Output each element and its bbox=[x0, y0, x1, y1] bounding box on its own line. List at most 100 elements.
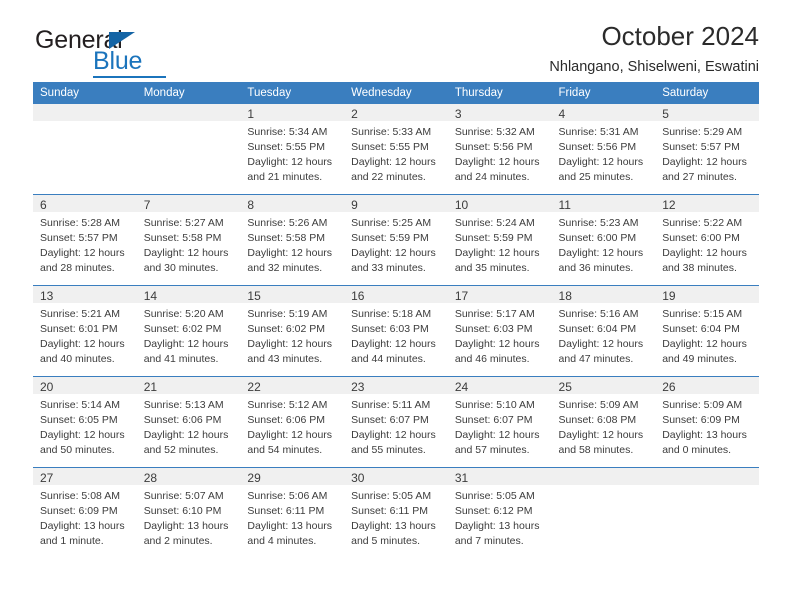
calendar-day-cell-empty bbox=[655, 467, 759, 558]
calendar-day-cell[interactable]: 19 Sunrise: 5:15 AM Sunset: 6:04 PM Dayligh… bbox=[655, 285, 759, 377]
calendar-day-cell[interactable]: 26 Sunrise: 5:09 AM Sunset: 6:09 PM Dayligh… bbox=[655, 376, 759, 468]
calendar-week-row: 20 Sunrise: 5:14 AM Sunset: 6:05 PM Dayligh… bbox=[33, 376, 759, 468]
calendar-day-cell[interactable]: 5 Sunrise: 5:29 AM Sunset: 5:57 PM Daylight… bbox=[655, 104, 759, 195]
day-number bbox=[33, 104, 137, 121]
calendar-page: General Blue October 2024 Nhlangano, Shi… bbox=[0, 0, 792, 612]
calendar-day-cell[interactable]: 1 Sunrise: 5:34 AM Sunset: 5:55 PM Daylight… bbox=[240, 104, 345, 195]
sunset-text: Sunset: 5:57 PM bbox=[40, 231, 118, 244]
calendar-day-cell[interactable]: 4 Sunrise: 5:31 AM Sunset: 5:56 PM Daylight… bbox=[551, 104, 656, 195]
sunset-text: Sunset: 6:03 PM bbox=[454, 322, 533, 335]
sunset-text: Sunset: 5:55 PM bbox=[351, 140, 429, 153]
sunrise-text: Sunrise: 5:22 AM bbox=[662, 217, 743, 229]
sunrise-text: Sunrise: 5:29 AM bbox=[662, 126, 743, 138]
day-number bbox=[136, 104, 241, 121]
calendar-day-cell[interactable]: 28 Sunrise: 5:07 AM Sunset: 6:10 PM Dayligh… bbox=[136, 467, 241, 558]
calendar-day-cell[interactable]: 31 Sunrise: 5:05 AM Sunset: 6:12 PM Dayligh… bbox=[447, 467, 552, 558]
sunset-text: Sunset: 5:56 PM bbox=[558, 140, 637, 153]
calendar-week-row: 27 Sunrise: 5:08 AM Sunset: 6:09 PM Dayligh… bbox=[33, 467, 759, 558]
calendar-day-cell[interactable]: 17 Sunrise: 5:17 AM Sunset: 6:03 PM Dayligh… bbox=[447, 285, 552, 377]
day-number: 3 bbox=[447, 104, 552, 121]
daylight-text: Daylight: 12 hours and 38 minutes. bbox=[662, 246, 747, 274]
calendar-day-cell[interactable]: 6 Sunrise: 5:28 AM Sunset: 5:57 PM Daylight… bbox=[33, 194, 137, 286]
calendar-day-cell[interactable]: 21 Sunrise: 5:13 AM Sunset: 6:06 PM Dayligh… bbox=[136, 376, 241, 468]
calendar-day-cell[interactable]: 20 Sunrise: 5:14 AM Sunset: 6:05 PM Dayligh… bbox=[33, 376, 137, 468]
day-number: 25 bbox=[551, 377, 656, 394]
calendar-day-cell[interactable]: 22 Sunrise: 5:12 AM Sunset: 6:06 PM Dayligh… bbox=[240, 376, 345, 468]
sunset-text: Sunset: 6:08 PM bbox=[558, 413, 637, 426]
day-details: Sunrise: 5:34 AM Sunset: 5:55 PM Daylight:… bbox=[240, 121, 344, 185]
sunset-text: Sunset: 5:58 PM bbox=[247, 231, 326, 244]
sunset-text: Sunset: 6:04 PM bbox=[662, 322, 740, 335]
day-details: Sunrise: 5:17 AM Sunset: 6:03 PM Daylight:… bbox=[448, 303, 552, 367]
calendar-day-cell[interactable]: 8 Sunrise: 5:26 AM Sunset: 5:58 PM Daylight… bbox=[240, 194, 345, 286]
calendar-day-cell[interactable]: 12 Sunrise: 5:22 AM Sunset: 6:00 PM Dayligh… bbox=[655, 194, 759, 286]
page-header: General Blue October 2024 Nhlangano, Shi… bbox=[33, 0, 759, 82]
sunrise-text: Sunrise: 5:31 AM bbox=[558, 126, 639, 138]
sunrise-text: Sunrise: 5:07 AM bbox=[143, 490, 224, 502]
calendar-day-cell[interactable]: 10 Sunrise: 5:24 AM Sunset: 5:59 PM Dayligh… bbox=[447, 194, 552, 286]
daylight-text: Daylight: 12 hours and 22 minutes. bbox=[351, 155, 436, 183]
daylight-text: Daylight: 12 hours and 50 minutes. bbox=[40, 428, 125, 456]
page-subtitle: Nhlangano, Shiselweni, Eswatini bbox=[549, 58, 759, 75]
day-details: Sunrise: 5:15 AM Sunset: 6:04 PM Daylight:… bbox=[655, 303, 759, 367]
calendar-day-cell[interactable]: 11 Sunrise: 5:23 AM Sunset: 6:00 PM Dayligh… bbox=[551, 194, 656, 286]
calendar-day-cell[interactable]: 18 Sunrise: 5:16 AM Sunset: 6:04 PM Dayligh… bbox=[551, 285, 656, 377]
sunset-text: Sunset: 6:03 PM bbox=[351, 322, 429, 335]
day-number: 7 bbox=[136, 195, 241, 212]
day-number: 13 bbox=[33, 286, 137, 303]
calendar-day-cell[interactable]: 27 Sunrise: 5:08 AM Sunset: 6:09 PM Dayligh… bbox=[33, 467, 137, 558]
sunset-text: Sunset: 6:07 PM bbox=[351, 413, 429, 426]
day-details: Sunrise: 5:05 AM Sunset: 6:11 PM Daylight:… bbox=[344, 485, 448, 549]
calendar-day-cell[interactable]: 14 Sunrise: 5:20 AM Sunset: 6:02 PM Dayligh… bbox=[136, 285, 241, 377]
calendar-day-cell[interactable]: 7 Sunrise: 5:27 AM Sunset: 5:58 PM Daylight… bbox=[136, 194, 241, 286]
day-details: Sunrise: 5:12 AM Sunset: 6:06 PM Daylight:… bbox=[240, 394, 344, 458]
calendar-day-cell[interactable]: 15 Sunrise: 5:19 AM Sunset: 6:02 PM Dayligh… bbox=[240, 285, 345, 377]
sunset-text: Sunset: 5:56 PM bbox=[454, 140, 533, 153]
day-details: Sunrise: 5:16 AM Sunset: 6:04 PM Daylight:… bbox=[552, 303, 656, 367]
calendar-day-cell[interactable]: 2 Sunrise: 5:33 AM Sunset: 5:55 PM Daylight… bbox=[344, 104, 448, 195]
sunset-text: Sunset: 5:57 PM bbox=[662, 140, 740, 153]
day-number: 30 bbox=[344, 468, 448, 485]
day-number: 28 bbox=[136, 468, 241, 485]
calendar-day-cell[interactable]: 25 Sunrise: 5:09 AM Sunset: 6:08 PM Dayligh… bbox=[551, 376, 656, 468]
day-number: 22 bbox=[240, 377, 345, 394]
daylight-text: Daylight: 12 hours and 35 minutes. bbox=[454, 246, 540, 274]
day-number bbox=[551, 468, 656, 485]
sunrise-text: Sunrise: 5:05 AM bbox=[454, 490, 535, 502]
sunrise-text: Sunrise: 5:12 AM bbox=[247, 399, 328, 411]
day-details: Sunrise: 5:28 AM Sunset: 5:57 PM Daylight:… bbox=[33, 212, 137, 276]
day-details: Sunrise: 5:18 AM Sunset: 6:03 PM Daylight:… bbox=[344, 303, 448, 367]
sunset-text: Sunset: 5:58 PM bbox=[143, 231, 222, 244]
calendar-day-cell[interactable]: 29 Sunrise: 5:06 AM Sunset: 6:11 PM Dayligh… bbox=[240, 467, 345, 558]
daylight-text: Daylight: 12 hours and 27 minutes. bbox=[662, 155, 747, 183]
weekday-header-saturday: Saturday bbox=[655, 82, 759, 104]
day-number: 26 bbox=[655, 377, 759, 394]
calendar-day-cell[interactable]: 3 Sunrise: 5:32 AM Sunset: 5:56 PM Daylight… bbox=[447, 104, 552, 195]
calendar-day-cell[interactable]: 13 Sunrise: 5:21 AM Sunset: 6:01 PM Dayligh… bbox=[33, 285, 137, 377]
calendar-week-row: 6 Sunrise: 5:28 AM Sunset: 5:57 PM Daylight… bbox=[33, 194, 759, 286]
sunrise-text: Sunrise: 5:24 AM bbox=[454, 217, 535, 229]
weekday-header-friday: Friday bbox=[551, 82, 656, 104]
calendar-day-cell[interactable]: 23 Sunrise: 5:11 AM Sunset: 6:07 PM Dayligh… bbox=[344, 376, 448, 468]
daylight-text: Daylight: 12 hours and 40 minutes. bbox=[40, 337, 125, 365]
sunrise-text: Sunrise: 5:25 AM bbox=[351, 217, 432, 229]
sunset-text: Sunset: 6:00 PM bbox=[558, 231, 637, 244]
sunset-text: Sunset: 6:05 PM bbox=[40, 413, 118, 426]
daylight-text: Daylight: 12 hours and 57 minutes. bbox=[454, 428, 540, 456]
day-number: 15 bbox=[240, 286, 345, 303]
day-number: 4 bbox=[551, 104, 656, 121]
day-details: Sunrise: 5:06 AM Sunset: 6:11 PM Daylight:… bbox=[240, 485, 344, 549]
calendar-day-cell[interactable]: 30 Sunrise: 5:05 AM Sunset: 6:11 PM Dayligh… bbox=[344, 467, 448, 558]
calendar-day-cell[interactable]: 16 Sunrise: 5:18 AM Sunset: 6:03 PM Dayligh… bbox=[344, 285, 448, 377]
day-details: Sunrise: 5:26 AM Sunset: 5:58 PM Daylight:… bbox=[240, 212, 344, 276]
daylight-text: Daylight: 12 hours and 44 minutes. bbox=[351, 337, 436, 365]
sunset-text: Sunset: 6:01 PM bbox=[40, 322, 118, 335]
day-details: Sunrise: 5:32 AM Sunset: 5:56 PM Daylight:… bbox=[448, 121, 552, 185]
day-details: Sunrise: 5:22 AM Sunset: 6:00 PM Daylight:… bbox=[655, 212, 759, 276]
day-number: 5 bbox=[655, 104, 759, 121]
sunset-text: Sunset: 6:11 PM bbox=[247, 504, 325, 517]
calendar-day-cell[interactable]: 9 Sunrise: 5:25 AM Sunset: 5:59 PM Daylight… bbox=[344, 194, 448, 286]
calendar-day-cell[interactable]: 24 Sunrise: 5:10 AM Sunset: 6:07 PM Dayligh… bbox=[447, 376, 552, 468]
day-number: 20 bbox=[33, 377, 137, 394]
daylight-text: Daylight: 12 hours and 28 minutes. bbox=[40, 246, 125, 274]
